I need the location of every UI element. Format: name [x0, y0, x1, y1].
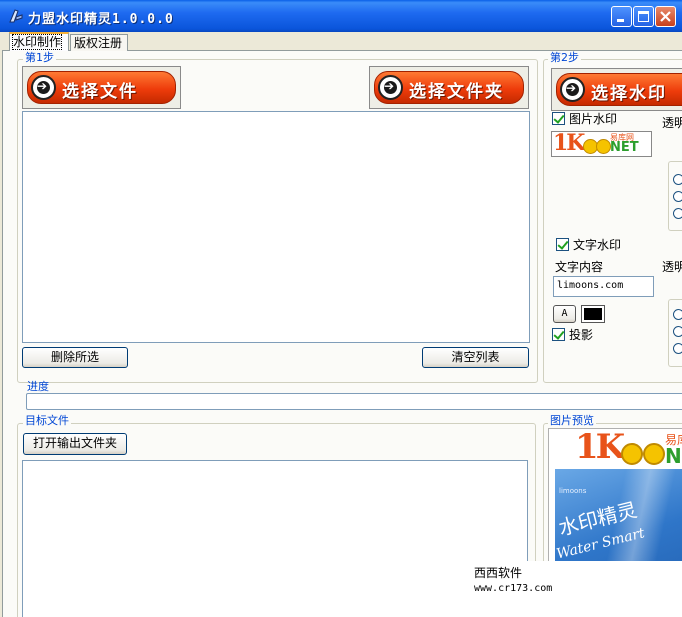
site-watermark: 西西软件 www.cr173.com	[472, 561, 682, 617]
preview-logo-1k: 1K	[575, 428, 625, 467]
text-watermark-label: 文字水印	[573, 238, 622, 252]
position-radio[interactable]	[673, 309, 682, 320]
preview-logo-coin-icon	[643, 443, 665, 465]
shadow-checkbox[interactable]	[552, 328, 565, 341]
shadow-label: 投影	[569, 328, 594, 342]
tab-watermark-make[interactable]: 水印制作	[9, 32, 69, 51]
text-color-button[interactable]	[581, 305, 605, 323]
source-file-list[interactable]	[22, 111, 530, 343]
clear-list-button[interactable]: 清空列表	[422, 347, 529, 368]
target-label: 目标文件	[23, 414, 71, 427]
title-bar[interactable]: 力盟水印精灵1.0.0.0	[0, 0, 682, 32]
select-watermark-button[interactable]: ➔ 选择水印	[551, 68, 682, 111]
output-file-list[interactable]	[22, 460, 528, 617]
close-button[interactable]	[655, 6, 676, 27]
logo-1k: 1K	[553, 131, 585, 156]
position-radio[interactable]	[673, 326, 682, 337]
select-folder-button[interactable]: ➔ 选择文件夹	[369, 66, 529, 109]
delete-selected-button[interactable]: 删除所选	[22, 347, 128, 368]
app-icon	[9, 9, 23, 23]
progress-bar	[26, 393, 682, 410]
select-folder-label: 选择文件夹	[409, 82, 504, 102]
app-window: 力盟水印精灵1.0.0.0 水印制作 版权注册 第1步 ➔ 选择文件 ➔ 选择文…	[0, 0, 682, 617]
preview-label: 图片预览	[548, 414, 596, 427]
transparency-label: 透明	[662, 116, 682, 130]
tab-label: 版权注册	[74, 36, 123, 50]
watermark-image-thumbnail: 1K 易库网 NET	[551, 131, 652, 157]
button-face: ➔ 选择文件	[27, 71, 176, 104]
open-output-folder-button[interactable]: 打开输出文件夹	[23, 433, 127, 455]
logo-coin-icon	[596, 139, 611, 154]
image-watermark-label: 图片水印	[569, 112, 618, 126]
arrow-right-icon: ➔	[566, 81, 577, 95]
logo-net: NET	[610, 140, 639, 155]
text-watermark-checkbox[interactable]	[556, 238, 569, 251]
select-file-button[interactable]: ➔ 选择文件	[22, 66, 181, 109]
color-swatch	[584, 308, 602, 320]
preview-logo-coin-icon	[621, 443, 643, 465]
minimize-button[interactable]	[611, 6, 632, 27]
window-title: 力盟水印精灵1.0.0.0	[28, 12, 174, 27]
preview-logo-net: NET	[665, 444, 682, 468]
step2-label: 第2步	[548, 51, 581, 64]
text-content-label: 文字内容	[555, 260, 604, 274]
position-radio[interactable]	[673, 191, 682, 202]
button-face: ➔ 选择文件夹	[374, 71, 524, 104]
maximize-icon	[638, 11, 649, 22]
maximize-button[interactable]	[633, 6, 654, 27]
text-content-input[interactable]: limoons.com	[553, 276, 654, 297]
site-watermark-url: www.cr173.com	[474, 583, 553, 594]
preview-brand-text: limoons	[559, 487, 587, 495]
step1-label: 第1步	[23, 51, 56, 64]
position-radio[interactable]	[673, 343, 682, 354]
position-radio[interactable]	[673, 208, 682, 219]
select-watermark-label: 选择水印	[591, 84, 667, 104]
arrow-right-icon: ➔	[37, 79, 48, 93]
arrow-right-icon: ➔	[384, 79, 395, 93]
site-watermark-name: 西西软件	[474, 566, 523, 580]
select-file-label: 选择文件	[62, 82, 138, 102]
button-face: ➔ 选择水印	[556, 73, 682, 106]
minimize-icon	[617, 19, 624, 22]
font-button[interactable]: A	[553, 305, 576, 323]
transparency-label-2: 透明	[662, 260, 682, 274]
image-watermark-checkbox[interactable]	[552, 112, 565, 125]
tab-label: 水印制作	[11, 34, 63, 50]
progress-label: 进度	[27, 380, 49, 393]
position-radio[interactable]	[673, 174, 682, 185]
tab-copyright-register[interactable]: 版权注册	[70, 34, 128, 51]
close-icon	[660, 11, 671, 22]
